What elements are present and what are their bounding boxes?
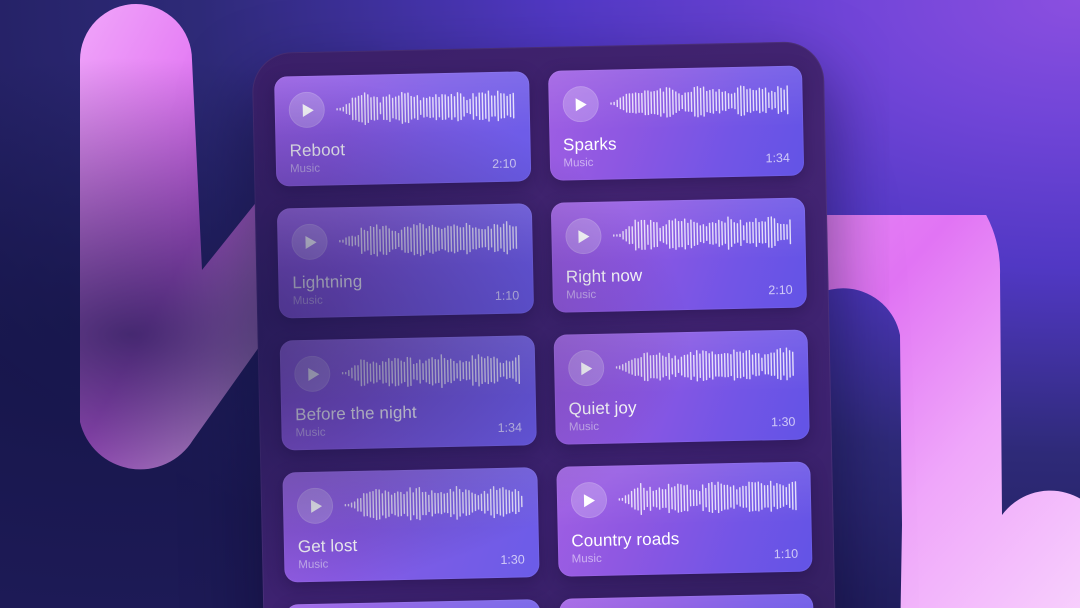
phone-device-frame: Reboot Music 2:10 Sparks Music 1:34 Ligh… [251, 41, 837, 608]
track-duration: 1:34 [497, 420, 523, 435]
track-card[interactable]: Before the night Music 1:34 [279, 335, 537, 451]
track-duration: 1:34 [765, 150, 791, 166]
audio-waveform-icon[interactable] [609, 80, 789, 124]
track-duration: 2:10 [491, 156, 517, 172]
track-meta: Get lost Music [298, 536, 358, 573]
track-subtitle: Music [568, 420, 600, 434]
track-card-bottom: Quiet joy Music 1:30 [568, 395, 795, 436]
track-card-top [293, 347, 521, 396]
track-card[interactable]: Lightning Music 1:10 [276, 203, 534, 319]
track-title: Quiet joy [568, 398, 637, 419]
track-card[interactable]: Reboot Music 2:10 [274, 71, 531, 187]
track-card[interactable]: Sparks Music 1:34 [547, 65, 805, 181]
track-title: Right now [565, 265, 643, 287]
play-triangle-icon [299, 102, 314, 117]
track-subtitle: Music [295, 426, 326, 440]
play-button[interactable] [296, 487, 334, 525]
track-subtitle: Music [289, 162, 321, 176]
play-triangle-icon [305, 366, 320, 381]
audio-waveform-icon[interactable] [344, 481, 524, 525]
track-subtitle: Music [571, 552, 602, 566]
background-canvas: Reboot Music 2:10 Sparks Music 1:34 Ligh… [0, 0, 1080, 608]
play-button[interactable] [564, 217, 602, 255]
track-card-top [291, 216, 518, 265]
play-triangle-icon [302, 234, 317, 249]
track-title: Sparks [562, 134, 617, 155]
play-button[interactable] [291, 223, 328, 261]
track-card[interactable]: Get lost Music 1:30 [282, 467, 540, 583]
play-button[interactable] [293, 355, 331, 393]
track-meta: Sparks Music [563, 134, 617, 171]
audio-waveform-icon[interactable] [614, 344, 794, 388]
track-title: Country roads [571, 529, 680, 551]
track-card[interactable]: Mumbai streets Music 1:34 [558, 593, 816, 608]
track-card-top [564, 210, 792, 259]
track-card-bottom: Lightning Music 1:10 [292, 269, 519, 310]
track-card-bottom: Get lost Music 1:30 [298, 532, 525, 573]
track-subtitle: Music [563, 156, 594, 170]
track-card-bottom: Reboot Music 2:10 [289, 137, 516, 178]
track-meta: Lightning Music [292, 272, 363, 309]
play-triangle-icon [575, 229, 590, 244]
track-card-bottom: Sparks Music 1:34 [563, 131, 790, 172]
audio-waveform-icon[interactable] [612, 212, 792, 256]
track-card[interactable]: Quiet joy Music 1:30 [553, 329, 810, 445]
track-card-top [567, 342, 794, 391]
audio-waveform-icon[interactable] [617, 476, 797, 520]
play-triangle-icon [578, 360, 593, 375]
track-title: Before the night [294, 402, 417, 425]
track-list-grid: Reboot Music 2:10 Sparks Music 1:34 Ligh… [274, 65, 816, 608]
track-duration: 1:30 [500, 552, 525, 567]
track-card-bottom: Before the night Music 1:34 [295, 400, 522, 441]
track-card[interactable]: Country roads Music 1:10 [555, 461, 813, 577]
audio-waveform-icon[interactable] [335, 86, 515, 130]
track-card[interactable]: Jump in Music 2:10 [285, 599, 542, 608]
track-card-bottom: Country roads Music 1:10 [571, 527, 798, 568]
track-card-bottom: Right now Music 2:10 [566, 263, 793, 304]
track-title: Reboot [289, 140, 346, 161]
track-meta: Reboot Music [289, 140, 345, 177]
track-meta: Right now Music [566, 266, 643, 304]
track-meta: Quiet joy Music [568, 398, 637, 435]
track-meta: Country roads Music [571, 529, 680, 567]
track-subtitle: Music [298, 558, 329, 572]
track-card-top [570, 474, 797, 523]
play-triangle-icon [581, 492, 596, 507]
track-meta: Before the night Music [295, 403, 417, 442]
track-duration: 2:10 [768, 282, 793, 298]
play-triangle-icon [573, 97, 588, 112]
play-button[interactable] [567, 349, 605, 387]
audio-waveform-icon[interactable] [341, 349, 521, 393]
play-triangle-icon [307, 498, 322, 513]
track-card-top [296, 479, 524, 528]
play-button[interactable] [570, 481, 607, 519]
audio-waveform-icon[interactable] [338, 218, 518, 262]
track-card[interactable]: Right now Music 2:10 [550, 197, 808, 313]
play-button[interactable] [288, 91, 326, 129]
track-subtitle: Music [566, 288, 597, 302]
track-title: Lightning [292, 271, 363, 293]
track-duration: 1:10 [773, 546, 799, 562]
track-subtitle: Music [292, 294, 323, 308]
track-duration: 1:30 [770, 414, 796, 430]
track-duration: 1:10 [494, 288, 520, 304]
play-button[interactable] [561, 85, 599, 123]
track-card-top [288, 84, 515, 133]
track-card-top [561, 78, 789, 127]
track-title: Get lost [297, 535, 358, 557]
